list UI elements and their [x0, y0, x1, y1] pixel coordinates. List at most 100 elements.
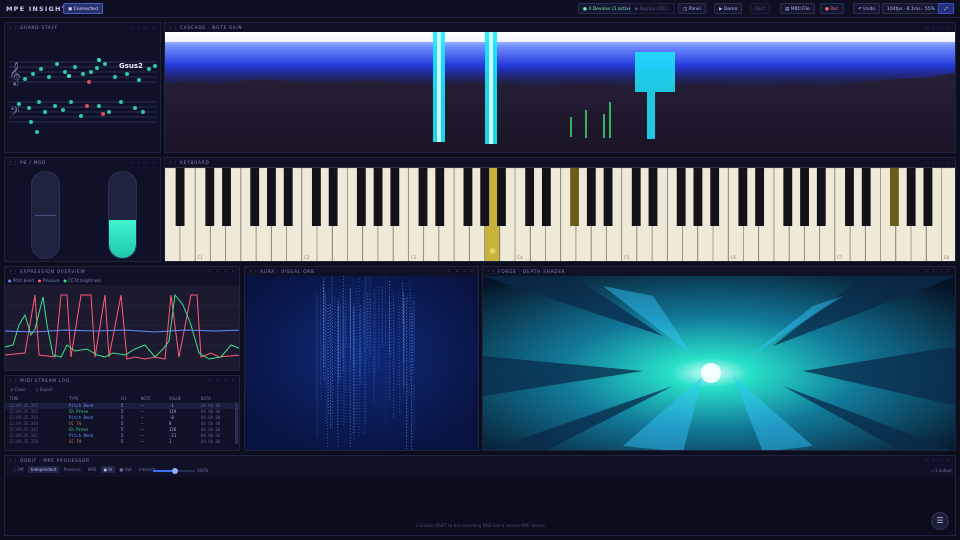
black-key[interactable]: [783, 168, 793, 226]
white-key[interactable]: [941, 167, 956, 262]
black-key[interactable]: [328, 168, 338, 226]
panel-controls[interactable]: • • • •: [130, 25, 157, 30]
black-key[interactable]: [418, 168, 428, 226]
black-key[interactable]: [463, 168, 473, 226]
black-key[interactable]: [861, 168, 871, 226]
black-key[interactable]: [800, 168, 809, 226]
expression-graph: [5, 285, 239, 370]
log-row[interactable]: 12:09:35.339 CC 74 5—1 00 00 00: [5, 439, 239, 445]
pb-mod-panel: ⋮⋮ PB / MOD • • • •: [4, 157, 161, 262]
clear-icon: ⊘: [10, 387, 14, 392]
record-button[interactable]: ● Rec: [820, 3, 844, 14]
panel-controls[interactable]: • • • •: [925, 269, 952, 274]
black-key[interactable]: [648, 168, 658, 226]
orbit-status: ⇢ 1 output: [930, 468, 952, 473]
orbit-mpe-button[interactable]: MPE: [85, 466, 99, 473]
panel-title: ⋮⋮ KEYBOARD: [168, 160, 210, 165]
expand-icon: ⤢: [944, 7, 948, 12]
black-key[interactable]: [283, 168, 293, 226]
pitch-bend-wheel[interactable]: [31, 171, 60, 259]
black-key[interactable]: [175, 168, 185, 226]
midi-log-panel: ⋮⋮ MIDI STREAM LOG • • • • ⊘ Clear ⇩ Exp…: [4, 375, 240, 451]
panel-button[interactable]: ◫ Panel: [678, 3, 706, 14]
orbit-off-button[interactable]: ○ Off: [10, 466, 27, 473]
replay-button[interactable]: ▶ Replay (00)…: [630, 3, 676, 14]
grand-staff-canvas: 𝄞 𝄢 Gsus2: [9, 58, 157, 134]
midi-file-button[interactable]: ▤ MIDI File: [780, 3, 815, 14]
expression-panel: ⋮⋮ EXPRESSION OVERVIEW • • • • ● Pitch b…: [4, 266, 240, 371]
panel-title: ⋮⋮ GRAND STAFF: [8, 25, 59, 30]
panel-controls[interactable]: • • • •: [925, 458, 952, 463]
intensity-slider[interactable]: [153, 468, 195, 474]
black-key[interactable]: [267, 168, 276, 226]
black-key[interactable]: [311, 168, 321, 226]
bass-clef: 𝄢: [10, 104, 20, 122]
black-key[interactable]: [250, 168, 260, 226]
undo-button[interactable]: ↶ Undo: [853, 3, 880, 14]
black-key[interactable]: [631, 168, 641, 226]
black-key[interactable]: [356, 168, 366, 226]
fullscreen-button[interactable]: ⤢: [938, 3, 954, 14]
piano-keyboard[interactable]: C1 C2 C3 C4 C5 C6 C7 C8: [165, 167, 956, 262]
panel-controls[interactable]: • • • •: [130, 160, 157, 165]
export-log-button[interactable]: ⇩ Export: [35, 387, 53, 392]
black-key[interactable]: [480, 168, 490, 226]
black-key[interactable]: [693, 168, 703, 226]
demo-button[interactable]: ▶ Demo: [714, 3, 743, 14]
black-key[interactable]: [603, 168, 613, 226]
orbit-independent-button[interactable]: Independent: [27, 466, 60, 473]
aura-visual-canvas: [245, 276, 478, 450]
black-key[interactable]: [541, 168, 551, 226]
black-key[interactable]: [755, 168, 765, 226]
black-key[interactable]: [373, 168, 383, 226]
grand-staff-panel: ⋮⋮ GRAND STAFF • • • • 𝄞 𝄢 Gsus2: [4, 22, 161, 153]
rect-button[interactable]: Rect: [750, 3, 770, 14]
black-key[interactable]: [222, 168, 231, 226]
black-key[interactable]: [923, 168, 933, 226]
black-key[interactable]: [906, 168, 916, 226]
depth-shader-canvas: [483, 276, 955, 450]
black-key[interactable]: [435, 168, 445, 226]
intensity-slider-thumb[interactable]: [172, 468, 178, 474]
black-key[interactable]: [525, 168, 535, 226]
log-header: TIME TYPE CH NOTE VALUE DATA: [9, 396, 211, 401]
app-title: MPE INSIGHT: [6, 5, 68, 13]
black-key[interactable]: [845, 168, 854, 226]
orbit-in-button[interactable]: ● In: [100, 466, 116, 473]
panel-title: ⋮⋮ CASCADE · NOTE RAIN: [168, 25, 243, 30]
clear-log-button[interactable]: ⊘ Clear: [10, 387, 25, 392]
log-scrollbar[interactable]: [235, 402, 238, 444]
black-key[interactable]: [710, 168, 720, 226]
black-key[interactable]: [570, 168, 579, 226]
panel-title: ⋮⋮ EXPRESSION OVERVIEW: [8, 269, 86, 274]
octave-label: C2: [304, 255, 310, 260]
top-bar: MPE INSIGHT ▣ Connected ● 4 Devices (1 a…: [0, 0, 960, 18]
chord-name: Gsus2: [119, 62, 143, 70]
orbit-empty-message: ⊙ Enable ORBIT to turn incoming MIDI int…: [415, 523, 545, 528]
black-key[interactable]: [738, 168, 748, 226]
forge-panel: ⋮⋮ FORGE · DEPTH SHADER • • • •: [482, 266, 956, 451]
mod-wheel[interactable]: [108, 171, 137, 259]
keyboard-panel: ⋮⋮ KEYBOARD • • • • C1 C2 C3 C4 C5 C6 C7 C8: [164, 157, 956, 262]
cascade-panel: ⋮⋮ CASCADE · NOTE RAIN • • • •: [164, 22, 956, 153]
panel-title: ⋮⋮ PB / MOD: [8, 160, 47, 165]
panel-controls[interactable]: • • • •: [209, 378, 236, 383]
menu-button[interactable]: ☰: [931, 512, 949, 530]
orbit-pressure-button[interactable]: Pressure: [61, 466, 84, 473]
black-key[interactable]: [586, 168, 596, 226]
black-key[interactable]: [390, 168, 400, 226]
black-key[interactable]: [205, 168, 215, 226]
panel-controls[interactable]: • • • •: [925, 25, 952, 30]
black-key[interactable]: [816, 168, 826, 226]
connection-button[interactable]: ▣ Connected: [63, 3, 103, 14]
panel-controls[interactable]: • • • •: [209, 269, 236, 274]
panel-controls[interactable]: • • • •: [925, 160, 952, 165]
orbit-out-button[interactable]: ■ Out: [116, 466, 134, 473]
panel-controls[interactable]: • • • •: [448, 269, 475, 274]
black-key[interactable]: [497, 168, 506, 226]
black-key[interactable]: [676, 168, 686, 226]
orbit-canvas: ⊙ Enable ORBIT to turn incoming MIDI int…: [5, 477, 955, 535]
black-key[interactable]: [889, 168, 899, 226]
intensity-value: 100%: [197, 468, 209, 473]
octave-label: C5: [624, 255, 630, 260]
